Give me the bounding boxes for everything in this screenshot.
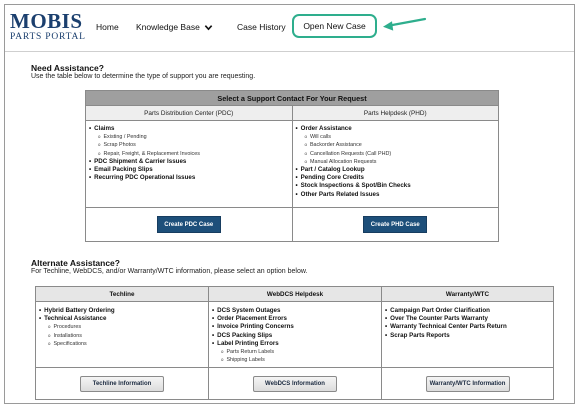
list-item: PDC Shipment & Carrier Issues bbox=[89, 158, 292, 166]
warranty-button-cell: Warranty/WTC Information bbox=[382, 368, 553, 399]
nav-open-new-case[interactable]: Open New Case bbox=[292, 14, 377, 38]
list-item: Pending Core Credits bbox=[296, 174, 499, 182]
list-item: Label Printing Errors bbox=[212, 340, 381, 348]
support-table-body: Claims Existing / Pending Scrap Photos R… bbox=[86, 121, 498, 208]
list-item: Order Assistance bbox=[296, 125, 499, 133]
sub-list-item: Installations bbox=[39, 332, 208, 340]
chevron-down-icon bbox=[204, 24, 213, 30]
techline-button-cell: Techline Information bbox=[36, 368, 209, 399]
list-item: Order Placement Errors bbox=[212, 315, 381, 323]
alt-table-header: Techline WebDCS Helpdesk Warranty/WTC bbox=[36, 287, 553, 302]
phd-button-cell: Create PHD Case bbox=[293, 208, 499, 241]
sub-list-item: Will calls bbox=[296, 133, 499, 141]
sub-list-item: Cancellation Requests (Call PHD) bbox=[296, 150, 499, 158]
list-item: Claims bbox=[89, 125, 292, 133]
nav-home[interactable]: Home bbox=[96, 22, 119, 32]
column-header-phd: Parts Helpdesk (PHD) bbox=[363, 110, 427, 117]
need-assistance-title: Need Assistance? bbox=[31, 63, 104, 73]
list-item: Other Parts Related Issues bbox=[296, 191, 499, 199]
list-item: Recurring PDC Operational Issues bbox=[89, 174, 292, 182]
list-item: Warranty Technical Center Parts Return bbox=[385, 323, 553, 331]
sub-list-item: Procedures bbox=[39, 323, 208, 331]
alternate-assistance-subtitle: For Techline, WebDCS, and/or Warranty/WT… bbox=[31, 268, 308, 275]
alt-table-body: Hybrid Battery Ordering Technical Assist… bbox=[36, 302, 553, 368]
phd-topics: Order Assistance Will calls Backorder As… bbox=[293, 121, 499, 207]
webdcs-topics: DCS System Outages Order Placement Error… bbox=[209, 302, 382, 367]
nav-knowledge-base-label: Knowledge Base bbox=[136, 22, 200, 32]
need-assistance-subtitle: Use the table below to determine the typ… bbox=[31, 73, 256, 80]
alternate-assistance-table: Techline WebDCS Helpdesk Warranty/WTC Hy… bbox=[35, 286, 554, 400]
warranty-topics: Campaign Part Order Clarification Over T… bbox=[382, 302, 553, 367]
alt-table-footer: Techline Information WebDCS Information … bbox=[36, 368, 553, 399]
nav-knowledge-base[interactable]: Knowledge Base bbox=[136, 22, 213, 32]
techline-topics: Hybrid Battery Ordering Technical Assist… bbox=[36, 302, 209, 367]
list-item: Email Packing Slips bbox=[89, 166, 292, 174]
sub-list-item: Parts Return Labels bbox=[212, 348, 381, 356]
logo[interactable]: MOBIS PARTS PORTAL bbox=[10, 11, 86, 43]
sub-list-item: Scrap Photos bbox=[89, 141, 292, 149]
list-item: Part / Catalog Lookup bbox=[296, 166, 499, 174]
list-item: Over The Counter Parts Warranty bbox=[385, 315, 553, 323]
list-item: Technical Assistance bbox=[39, 315, 208, 323]
page-frame: MOBIS PARTS PORTAL Home Knowledge Base C… bbox=[4, 4, 575, 404]
column-header-webdcs: WebDCS Helpdesk bbox=[209, 287, 382, 301]
pointer-arrow-icon bbox=[383, 17, 427, 31]
alternate-assistance-title: Alternate Assistance? bbox=[31, 258, 120, 268]
support-table-column-headers: Parts Distribution Center (PDC) Parts He… bbox=[86, 106, 498, 121]
create-pdc-case-button[interactable]: Create PDC Case bbox=[156, 216, 221, 233]
logo-sub-text: PARTS PORTAL bbox=[10, 32, 86, 42]
support-contact-table: Select a Support Contact For Your Reques… bbox=[85, 90, 499, 242]
list-item: DCS Packing Slips bbox=[212, 332, 381, 340]
nav-case-history[interactable]: Case History bbox=[237, 22, 286, 32]
sub-list-item: Shipping Labels bbox=[212, 356, 381, 364]
sub-list-item: Repair, Freight, & Replacement Invoices bbox=[89, 150, 292, 158]
list-item: Campaign Part Order Clarification bbox=[385, 307, 553, 315]
support-table-footer: Create PDC Case Create PHD Case bbox=[86, 208, 498, 241]
list-item: Stock Inspections & Spot/Bin Checks bbox=[296, 182, 499, 190]
list-item: DCS System Outages bbox=[212, 307, 381, 315]
techline-information-button[interactable]: Techline Information bbox=[80, 375, 164, 392]
nav-open-new-case-label: Open New Case bbox=[303, 21, 366, 31]
sub-list-item: Backorder Assistance bbox=[296, 141, 499, 149]
sub-list-item: Existing / Pending bbox=[89, 133, 292, 141]
pdc-button-cell: Create PDC Case bbox=[86, 208, 293, 241]
webdcs-information-button[interactable]: WebDCS Information bbox=[253, 375, 337, 392]
webdcs-button-cell: WebDCS Information bbox=[209, 368, 382, 399]
sub-list-item: Specifications bbox=[39, 340, 208, 348]
logo-main-text: MOBIS bbox=[10, 9, 83, 33]
column-header-warranty: Warranty/WTC bbox=[445, 291, 490, 298]
support-table-header: Select a Support Contact For Your Reques… bbox=[86, 91, 498, 106]
create-phd-case-button[interactable]: Create PHD Case bbox=[363, 216, 428, 233]
column-header-techline: Techline bbox=[36, 287, 209, 301]
list-item: Scrap Parts Reports bbox=[385, 332, 553, 340]
pdc-topics: Claims Existing / Pending Scrap Photos R… bbox=[86, 121, 293, 207]
header-divider bbox=[5, 51, 574, 52]
list-item: Hybrid Battery Ordering bbox=[39, 307, 208, 315]
header: MOBIS PARTS PORTAL Home Knowledge Base C… bbox=[5, 5, 574, 49]
sub-list-item: Manual Allocation Requests bbox=[296, 158, 499, 166]
list-item: Invoice Printing Concerns bbox=[212, 323, 381, 331]
column-header-pdc: Parts Distribution Center (PDC) bbox=[86, 106, 293, 120]
warranty-wtc-information-button[interactable]: Warranty/WTC Information bbox=[425, 375, 510, 392]
